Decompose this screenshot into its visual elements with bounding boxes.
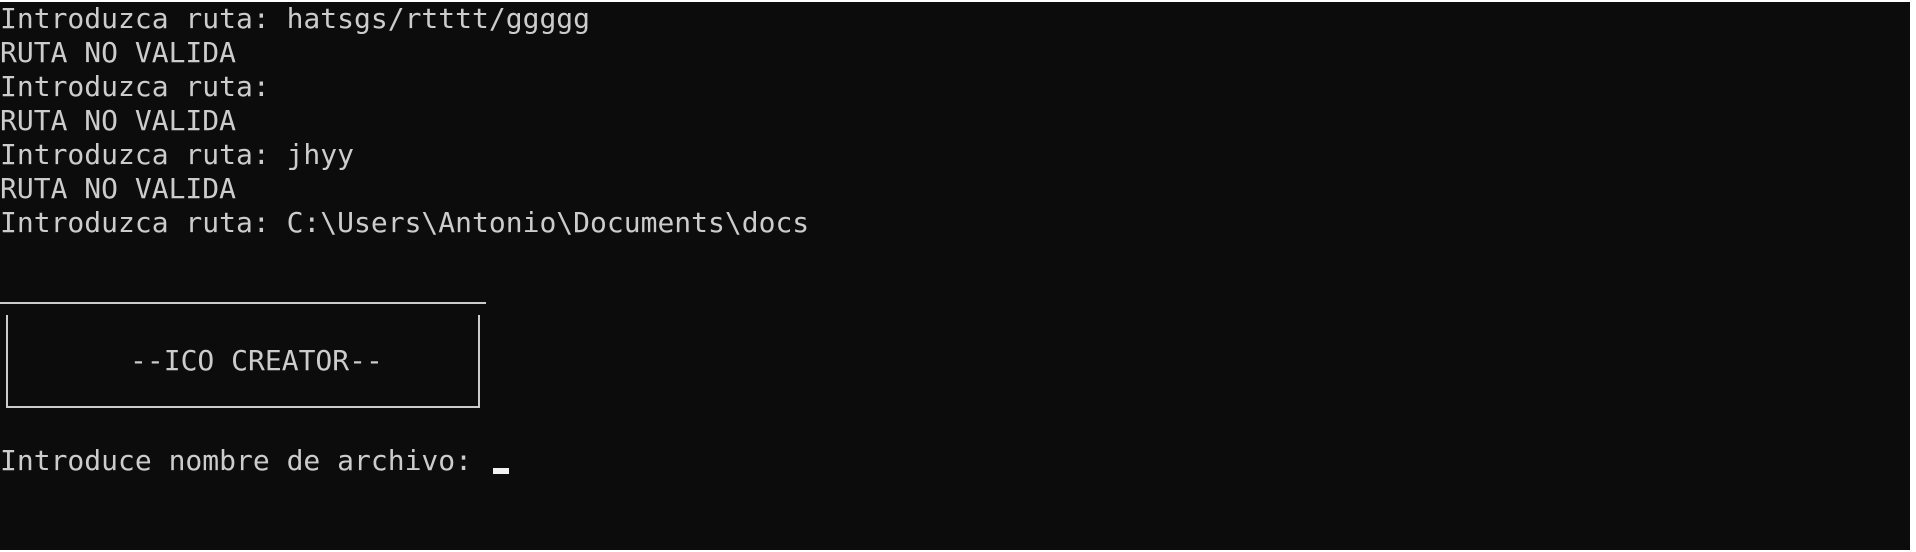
console-window[interactable]: Introduzca ruta: hatsgs/rtttt/ggggg RUTA… xyxy=(0,2,1910,550)
banner-bottom-border xyxy=(8,406,478,408)
console-line-1: Introduzca ruta: hatsgs/rtttt/ggggg xyxy=(0,2,591,35)
text-cursor xyxy=(492,468,509,474)
console-line-5: Introduzca ruta: jhyy xyxy=(0,138,355,171)
console-line-3: Introduzca ruta: xyxy=(0,70,270,103)
console-line-6: RUTA NO VALIDA xyxy=(0,172,237,205)
banner-right-border xyxy=(478,315,480,408)
filename-prompt-line[interactable]: Introduce nombre de archivo: xyxy=(0,444,509,478)
banner-left-border xyxy=(6,315,8,408)
console-line-2: RUTA NO VALIDA xyxy=(0,36,237,69)
banner-top-border xyxy=(0,302,486,304)
filename-prompt-label: Introduce nombre de archivo: xyxy=(0,444,473,477)
console-line-7: Introduzca ruta: C:\Users\Antonio\Docume… xyxy=(0,206,810,239)
console-line-4: RUTA NO VALIDA xyxy=(0,104,237,137)
banner-title: --ICO CREATOR-- xyxy=(130,344,383,377)
